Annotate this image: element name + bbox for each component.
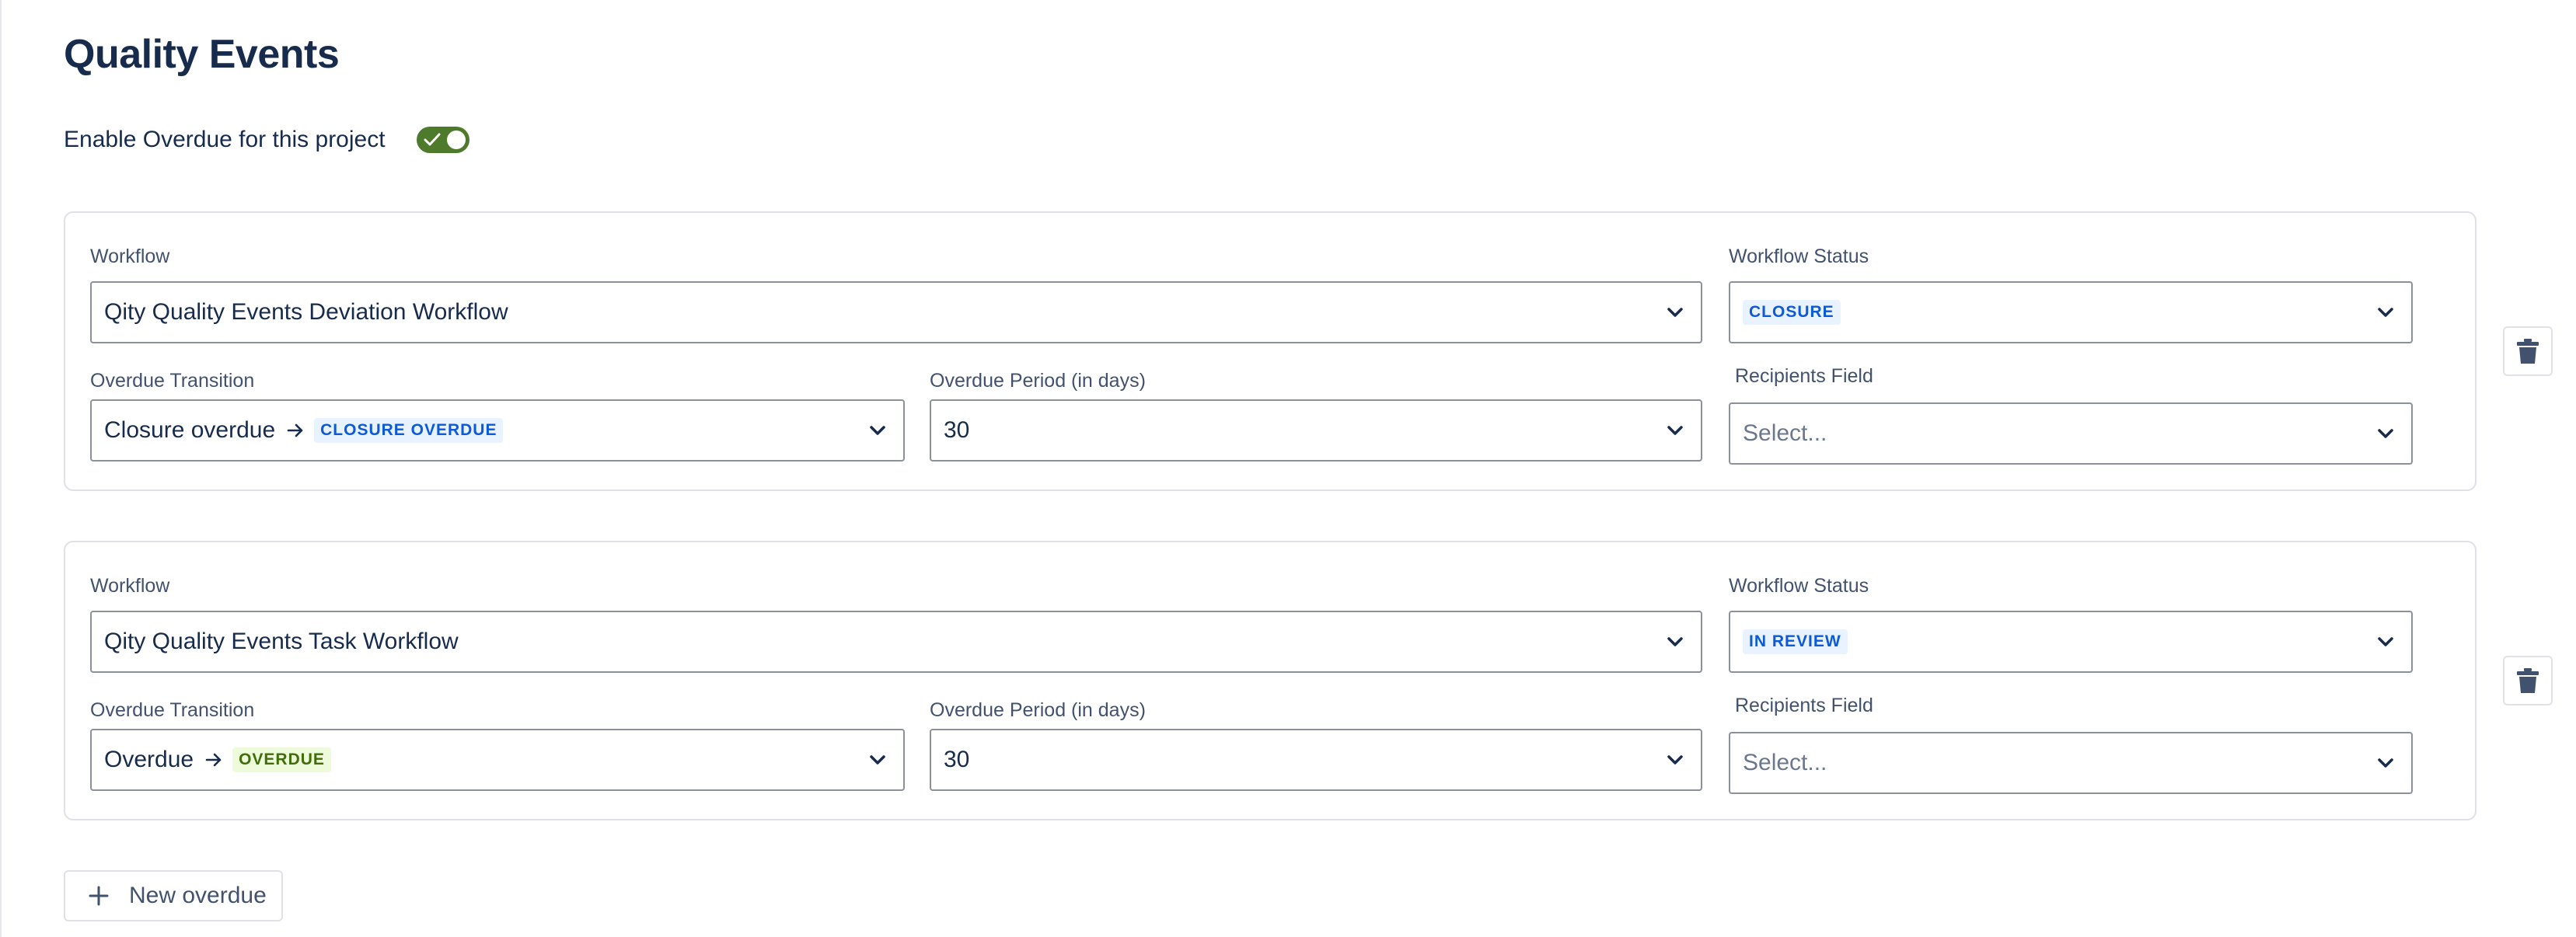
chevron-down-icon	[1667, 308, 1683, 317]
arrow-right-icon	[205, 753, 222, 767]
transition-name: Overdue	[104, 747, 194, 772]
transition-target-lozenge: CLOSURE OVERDUE	[314, 418, 504, 443]
trash-icon	[2517, 339, 2539, 364]
page-left-border	[0, 0, 2, 937]
overdue-rule-card: Workflow Qity Quality Events Task Workfl…	[64, 541, 2477, 820]
overdue-transition-label: Overdue Transition	[90, 370, 255, 392]
recipients-field-select[interactable]: Select...	[1729, 402, 2413, 465]
overdue-period-label: Overdue Period (in days)	[930, 370, 1146, 392]
workflow-select[interactable]: Qity Quality Events Deviation Workflow	[90, 281, 1702, 343]
overdue-period-select[interactable]: 30	[930, 729, 1702, 791]
plus-icon	[89, 886, 109, 906]
workflow-label: Workflow	[90, 575, 170, 597]
workflow-status-select[interactable]: CLOSURE	[1729, 281, 2413, 343]
chevron-down-icon	[2378, 308, 2393, 317]
workflow-status-label: Workflow Status	[1729, 246, 1869, 267]
overdue-transition-select[interactable]: Overdue OVERDUE	[90, 729, 905, 791]
chevron-down-icon	[1667, 755, 1683, 765]
overdue-period-value: 30	[944, 417, 970, 443]
workflow-label: Workflow	[90, 246, 170, 267]
page-title: Quality Events	[64, 32, 340, 77]
delete-rule-button[interactable]	[2503, 326, 2553, 376]
quality-events-settings: Quality Events Enable Overdue for this p…	[64, 0, 2576, 937]
recipients-field-placeholder: Select...	[1743, 750, 1827, 775]
workflow-value: Qity Quality Events Task Workflow	[104, 629, 459, 654]
overdue-rule-card: Workflow Qity Quality Events Deviation W…	[64, 211, 2477, 491]
chevron-down-icon	[2378, 758, 2393, 768]
chevron-down-icon	[870, 426, 885, 435]
workflow-select[interactable]: Qity Quality Events Task Workflow	[90, 611, 1702, 673]
recipients-field-select[interactable]: Select...	[1729, 732, 2413, 794]
chevron-down-icon	[2378, 637, 2393, 646]
workflow-status-lozenge: CLOSURE	[1743, 300, 1841, 325]
new-overdue-label: New overdue	[129, 883, 267, 908]
enable-overdue-toggle[interactable]	[417, 127, 469, 153]
workflow-status-lozenge: IN REVIEW	[1743, 629, 1848, 654]
enable-overdue-label: Enable Overdue for this project	[64, 127, 386, 152]
workflow-value: Qity Quality Events Deviation Workflow	[104, 299, 508, 325]
overdue-period-value: 30	[944, 747, 970, 772]
workflow-status-select[interactable]: IN REVIEW	[1729, 611, 2413, 673]
delete-rule-button[interactable]	[2503, 656, 2553, 705]
toggle-knob	[447, 131, 466, 149]
chevron-down-icon	[2378, 429, 2393, 438]
transition-name: Closure overdue	[104, 417, 276, 443]
trash-icon	[2517, 668, 2539, 693]
overdue-transition-label: Overdue Transition	[90, 699, 255, 721]
overdue-transition-select[interactable]: Closure overdue CLOSURE OVERDUE	[90, 399, 905, 462]
chevron-down-icon	[870, 755, 885, 765]
recipients-field-label: Recipients Field	[1735, 365, 1873, 387]
transition-target-lozenge: OVERDUE	[232, 747, 331, 772]
workflow-status-label: Workflow Status	[1729, 575, 1869, 597]
new-overdue-button[interactable]: New overdue	[64, 870, 283, 921]
arrow-right-icon	[287, 423, 303, 437]
overdue-period-label: Overdue Period (in days)	[930, 699, 1146, 721]
overdue-period-select[interactable]: 30	[930, 399, 1702, 462]
check-icon	[424, 133, 441, 146]
chevron-down-icon	[1667, 637, 1683, 646]
recipients-field-placeholder: Select...	[1743, 420, 1827, 446]
enable-overdue-row: Enable Overdue for this project	[64, 123, 469, 157]
chevron-down-icon	[1667, 426, 1683, 435]
recipients-field-label: Recipients Field	[1735, 695, 1873, 716]
